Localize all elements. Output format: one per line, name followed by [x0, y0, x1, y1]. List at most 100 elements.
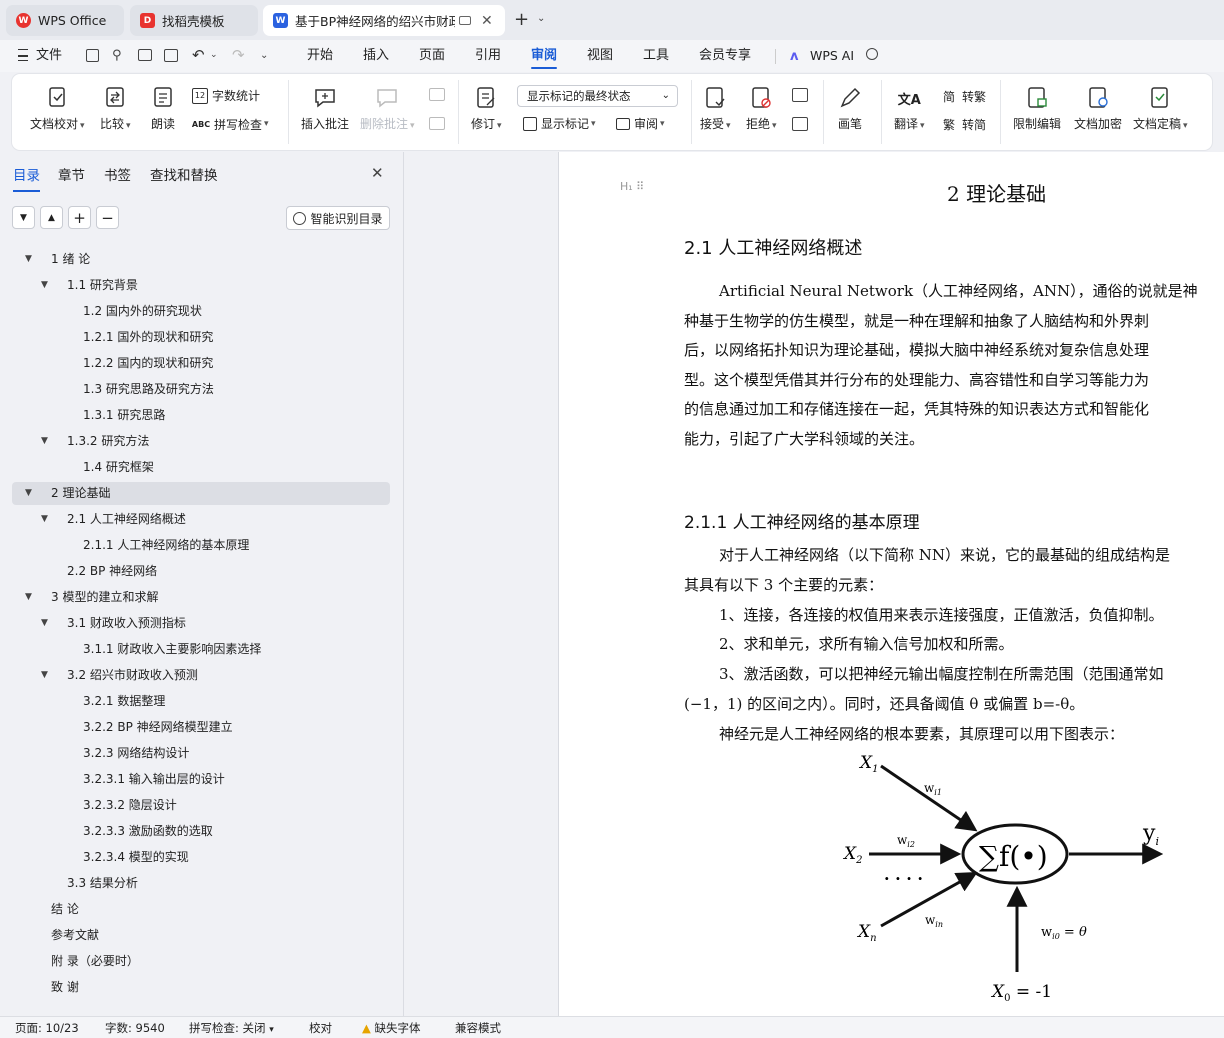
- toc-item[interactable]: 3.2.1 数据整理: [12, 690, 390, 713]
- toc-item-label: 附 录（必要时）: [51, 954, 139, 968]
- menu-insert[interactable]: 插入: [363, 40, 389, 72]
- finalize-button[interactable]: 文档定稿 ▾: [1133, 86, 1188, 132]
- menu-home[interactable]: 开始: [307, 40, 333, 72]
- heading-handle-icon[interactable]: H₁ ⠿: [620, 180, 644, 193]
- toc-item[interactable]: 3.2.3.1 输入输出层的设计: [12, 768, 390, 791]
- expand-arrow-icon[interactable]: ▼: [41, 274, 48, 297]
- undo-icon[interactable]: ↶: [192, 46, 205, 64]
- encrypt-button[interactable]: 文档加密: [1074, 86, 1122, 132]
- close-tab-icon[interactable]: ✕: [481, 13, 493, 29]
- toc-item[interactable]: 1.2 国内外的研究现状: [12, 300, 390, 323]
- toc-item[interactable]: ▼ 3.2 绍兴市财政收入预测: [12, 664, 390, 687]
- toc-item[interactable]: 1.2.2 国内的现状和研究: [12, 352, 390, 375]
- panel-tab-chapters[interactable]: 章节: [58, 164, 85, 184]
- tab-list-chevron-icon[interactable]: ⌄: [537, 13, 545, 24]
- toc-item[interactable]: 3.2.3 网络结构设计: [12, 742, 390, 765]
- menu-references[interactable]: 引用: [475, 40, 501, 72]
- to-simplified-button[interactable]: 繁 转简: [940, 115, 986, 133]
- menu-tools[interactable]: 工具: [643, 40, 669, 72]
- read-aloud-button[interactable]: 朗读: [151, 86, 175, 132]
- toc-item[interactable]: 3.1.1 财政收入主要影响因素选择: [12, 638, 390, 661]
- toc-item[interactable]: 2.1.1 人工神经网络的基本原理: [12, 534, 390, 557]
- toc-item[interactable]: 1.3 研究思路及研究方法: [12, 378, 390, 401]
- toc-item[interactable]: 附 录（必要时）: [12, 950, 390, 973]
- status-word-count[interactable]: 字数: 9540: [105, 1017, 165, 1038]
- expand-arrow-icon[interactable]: ▼: [41, 430, 48, 453]
- toc-item[interactable]: 3.2.3.3 激励函数的选取: [12, 820, 390, 843]
- toc-item[interactable]: ▼ 2 理论基础: [12, 482, 390, 505]
- expand-up-button[interactable]: ▲: [40, 206, 63, 229]
- toc-item[interactable]: 结 论: [12, 898, 390, 921]
- toc-item[interactable]: 致 谢: [12, 976, 390, 999]
- pen-button[interactable]: 画笔: [838, 86, 862, 132]
- add-heading-button[interactable]: +: [68, 206, 91, 229]
- toc-item[interactable]: 2.2 BP 神经网络: [12, 560, 390, 583]
- expand-arrow-icon[interactable]: ▼: [41, 508, 48, 531]
- status-proofread[interactable]: 校对: [309, 1017, 332, 1038]
- save-icon[interactable]: [86, 49, 99, 62]
- more-dropdown-icon[interactable]: ⌄: [260, 50, 268, 61]
- markup-view-select[interactable]: 显示标记的最终状态 ⌄: [517, 85, 678, 107]
- status-missing-font[interactable]: ▲ 缺失字体: [362, 1017, 421, 1038]
- search-icon[interactable]: [866, 48, 878, 60]
- toc-item[interactable]: 3.2.3.4 模型的实现: [12, 846, 390, 869]
- spell-check-button[interactable]: ABC 拼写检查 ▾: [192, 115, 269, 133]
- status-page[interactable]: 页面: 10/23: [15, 1017, 79, 1038]
- print-icon[interactable]: [138, 49, 152, 61]
- panel-tab-find-replace[interactable]: 查找和替换: [150, 164, 218, 184]
- close-panel-icon[interactable]: ✕: [371, 164, 384, 182]
- tab-docer-templates[interactable]: D 找稻壳模板: [130, 5, 258, 36]
- doc-check-button[interactable]: 文档校对 ▾: [30, 86, 85, 132]
- collapse-all-button[interactable]: ▼: [12, 206, 35, 229]
- revise-button[interactable]: 修订 ▾: [471, 86, 502, 132]
- next-revision-icon[interactable]: [792, 117, 808, 131]
- toc-item[interactable]: 3.3 结果分析: [12, 872, 390, 895]
- toc-item[interactable]: 3.2.2 BP 神经网络模型建立: [12, 716, 390, 739]
- reject-button[interactable]: 拒绝 ▾: [746, 86, 777, 132]
- toc-item[interactable]: 1.4 研究框架: [12, 456, 390, 479]
- restrict-edit-button[interactable]: 限制编辑: [1013, 86, 1061, 132]
- remove-heading-button[interactable]: −: [96, 206, 119, 229]
- to-traditional-button[interactable]: 简 转繁: [940, 87, 986, 105]
- menu-view[interactable]: 视图: [587, 40, 613, 72]
- toc-item[interactable]: 1.3.1 研究思路: [12, 404, 390, 427]
- toc-item[interactable]: 参考文献: [12, 924, 390, 947]
- expand-arrow-icon[interactable]: ▼: [25, 248, 32, 271]
- panel-tab-toc[interactable]: 目录: [13, 164, 40, 192]
- link-icon[interactable]: ⚲: [112, 48, 122, 63]
- menu-wps-ai[interactable]: WPS AI: [810, 40, 854, 72]
- panel-tab-bookmarks[interactable]: 书签: [104, 164, 131, 184]
- insert-comment-button[interactable]: 插入批注: [301, 86, 349, 132]
- tab-current-document[interactable]: W 基于BP神经网络的绍兴市财政 ✕: [263, 5, 505, 36]
- new-tab-icon[interactable]: +: [514, 9, 529, 30]
- menu-page[interactable]: 页面: [419, 40, 445, 72]
- toc-item[interactable]: ▼ 1.1 研究背景: [12, 274, 390, 297]
- ribbon-separator: [288, 80, 289, 144]
- toc-item[interactable]: ▼ 1 绪 论: [12, 248, 390, 271]
- menu-file[interactable]: 文件: [36, 40, 62, 72]
- prev-revision-icon[interactable]: [792, 88, 808, 102]
- undo-dropdown-icon[interactable]: ⌄: [210, 50, 218, 60]
- expand-arrow-icon[interactable]: ▼: [25, 482, 32, 505]
- print-preview-icon[interactable]: [164, 49, 178, 62]
- menu-member[interactable]: 会员专享: [699, 40, 751, 72]
- toc-item[interactable]: ▼ 3.1 财政收入预测指标: [12, 612, 390, 635]
- compare-button[interactable]: 比较 ▾: [100, 86, 131, 132]
- toc-item[interactable]: ▼ 2.1 人工神经网络概述: [12, 508, 390, 531]
- toc-item[interactable]: 1.2.1 国外的现状和研究: [12, 326, 390, 349]
- smart-toc-button[interactable]: 智能识别目录: [286, 206, 390, 230]
- status-spell-check[interactable]: 拼写检查: 关闭 ▾: [189, 1017, 274, 1038]
- tab-wps-office[interactable]: W WPS Office: [6, 5, 124, 36]
- accept-button[interactable]: 接受 ▾: [700, 86, 731, 132]
- expand-arrow-icon[interactable]: ▼: [41, 664, 48, 687]
- toc-item[interactable]: ▼ 3 模型的建立和求解: [12, 586, 390, 609]
- expand-arrow-icon[interactable]: ▼: [41, 612, 48, 635]
- word-count-button[interactable]: 12 字数统计: [192, 87, 260, 104]
- show-markup-button[interactable]: 显示标记 ▾: [523, 115, 596, 132]
- review-pane-button[interactable]: 审阅 ▾: [616, 115, 665, 132]
- toc-item[interactable]: ▼ 1.3.2 研究方法: [12, 430, 390, 453]
- expand-arrow-icon[interactable]: ▼: [25, 586, 32, 609]
- translate-button[interactable]: 文A 翻译 ▾: [894, 86, 925, 132]
- toc-item[interactable]: 3.2.3.2 隐层设计: [12, 794, 390, 817]
- menu-review[interactable]: 审阅: [531, 40, 558, 72]
